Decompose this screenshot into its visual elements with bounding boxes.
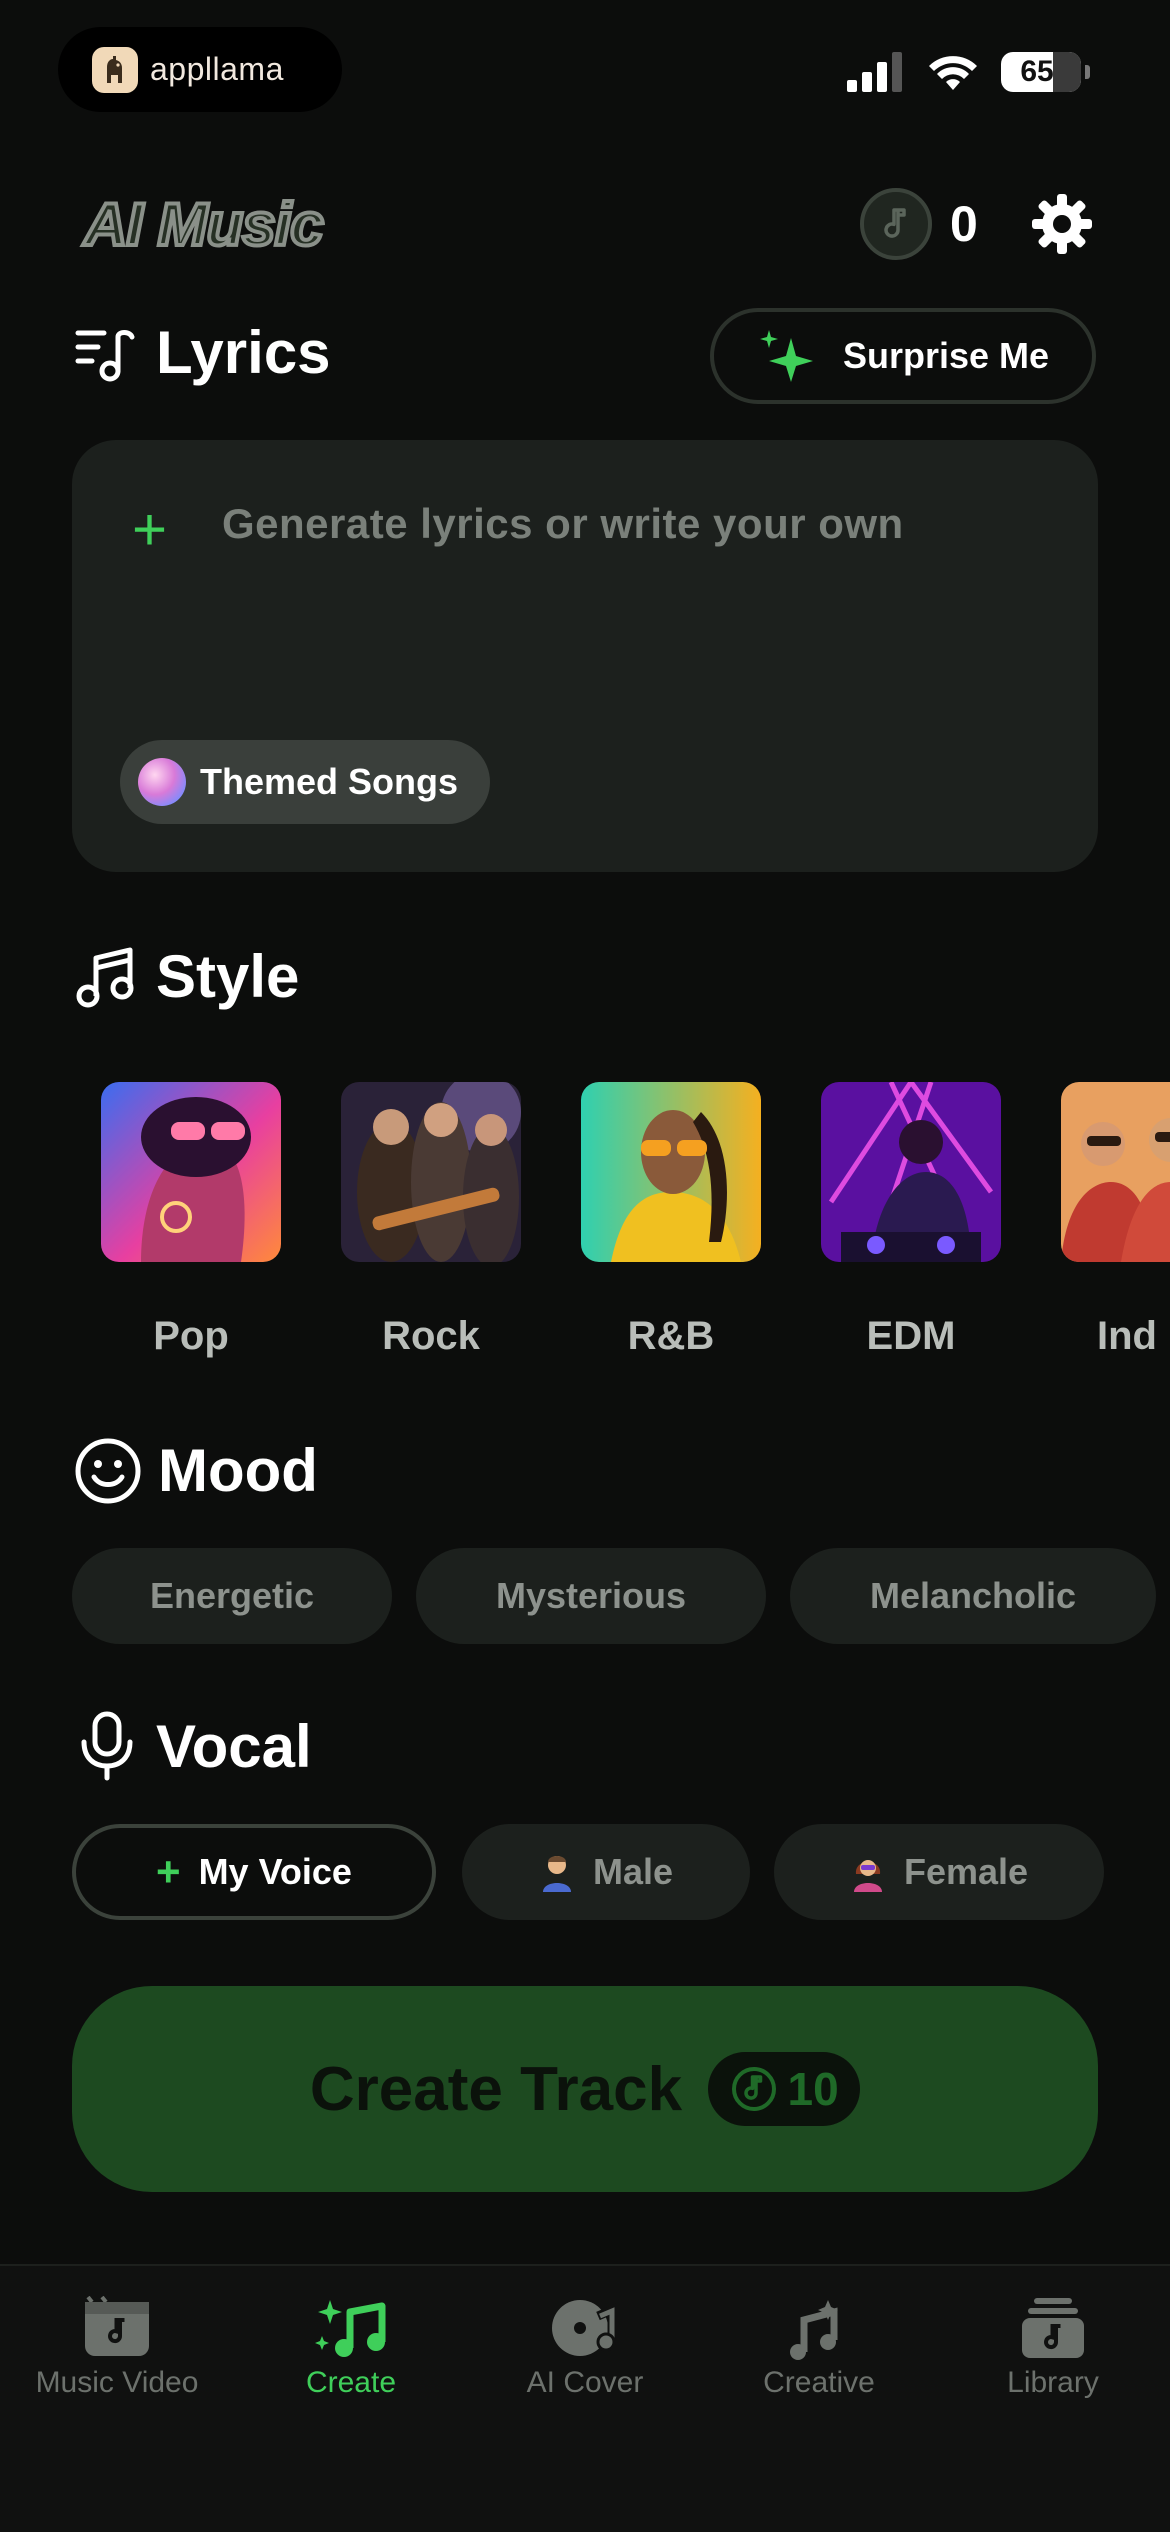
vocal-section-title: Vocal (74, 1710, 312, 1782)
female-label: Female (903, 1851, 1029, 1892)
style-tile-rnb[interactable] (581, 1082, 761, 1262)
mood-chip-mysterious[interactable]: Mysterious (416, 1548, 766, 1644)
my-voice-label: My Voice (198, 1851, 352, 1892)
credit-cost-value: 10 (787, 2063, 839, 2115)
wifi-icon (929, 56, 977, 90)
creative-icon (790, 2300, 838, 2360)
battery-indicator: 65 (1001, 52, 1081, 92)
library-icon (1022, 2298, 1084, 2358)
credit-cost-badge: 10 (708, 2052, 861, 2126)
nav-item-music-video[interactable]: Music Video (0, 2296, 234, 2400)
credit-count: 0 (950, 196, 978, 252)
surprise-me-label: Surprise Me (842, 335, 1050, 376)
music-video-icon (85, 2296, 149, 2356)
appllama-logo-icon (92, 46, 138, 93)
settings-button[interactable] (1030, 192, 1094, 256)
nav-item-create[interactable]: Create (234, 2296, 468, 2400)
mood-chip-melancholic[interactable]: Melancholic (790, 1548, 1156, 1644)
battery-tip (1085, 65, 1090, 79)
edm-artwork-icon (821, 1082, 1001, 1262)
surprise-me-button[interactable]: Surprise Me (710, 308, 1096, 404)
microphone-icon (81, 1711, 133, 1781)
rnb-artwork-icon (581, 1082, 761, 1262)
status-app-name: appllama (150, 51, 284, 87)
nav-item-creative[interactable]: Creative (702, 2296, 936, 2400)
create-icon (315, 2300, 386, 2357)
nav-label-library: Library (1007, 2366, 1099, 2399)
style-tile-rock[interactable] (341, 1082, 521, 1262)
style-label-rnb: R&B (627, 1314, 715, 1358)
style-tile-pop[interactable] (101, 1082, 281, 1262)
nav-label-create: Create (305, 2366, 397, 2399)
plus-icon: + (156, 1848, 181, 1895)
themed-orb-icon (138, 758, 186, 806)
indie-artwork-icon (1061, 1082, 1170, 1262)
style-title: Style (156, 943, 300, 1010)
nav-item-library[interactable]: Library (936, 2296, 1170, 2400)
status-indicators: 65 (847, 52, 1090, 92)
sparkle-icon (759, 330, 813, 382)
nav-item-ai-cover[interactable]: AI Cover (468, 2296, 702, 2400)
nav-label-music-video: Music Video (35, 2366, 199, 2399)
credit-note-icon (860, 188, 932, 260)
style-label-pop: Pop (153, 1314, 229, 1358)
male-singer-icon (542, 1856, 571, 1892)
male-label: Male (592, 1851, 674, 1892)
lyrics-icon (75, 329, 135, 381)
credit-note-icon (731, 2067, 776, 2111)
ai-cover-icon (552, 2300, 617, 2356)
music-note-icon (76, 947, 134, 1007)
lyrics-placeholder: Generate lyrics or write your own (222, 500, 904, 547)
lyrics-section-title: Lyrics (74, 318, 331, 387)
rock-artwork-icon (341, 1082, 521, 1262)
create-track-button[interactable]: Create Track 10 (72, 1986, 1098, 2192)
gear-icon (1032, 194, 1092, 254)
plus-icon: + (132, 496, 168, 563)
create-track-label: Create Track (309, 2054, 683, 2124)
status-app-pill: appllama (58, 27, 342, 112)
style-label-indie: Ind (1097, 1314, 1157, 1358)
mood-title: Mood (158, 1437, 318, 1504)
bottom-nav: Music Video Create AI Cover Creative Lib… (0, 2264, 1170, 2532)
pop-artwork-icon (101, 1082, 281, 1262)
style-label-edm: EDM (866, 1314, 956, 1358)
themed-songs-label: Themed Songs (200, 761, 459, 802)
mood-chip-energetic[interactable]: Energetic (72, 1548, 392, 1644)
style-section-title: Style (74, 942, 299, 1011)
lyrics-title: Lyrics (156, 319, 331, 386)
style-tile-indie[interactable] (1061, 1082, 1170, 1262)
lyrics-input-card[interactable]: + Generate lyrics or write your own Them… (72, 440, 1098, 872)
vocal-chip-female[interactable]: Female (774, 1824, 1104, 1920)
nav-label-creative: Creative (763, 2366, 875, 2399)
female-singer-icon (853, 1860, 882, 1892)
vocal-chip-male[interactable]: Male (462, 1824, 750, 1920)
themed-songs-button[interactable]: Themed Songs (120, 740, 490, 824)
battery-level: 65 (1020, 55, 1054, 88)
mood-section-title: Mood (74, 1436, 318, 1505)
style-label-rock: Rock (382, 1314, 480, 1358)
signal-icon (847, 52, 902, 92)
nav-label-ai-cover: AI Cover (526, 2366, 644, 2399)
brand-title: AI Music (82, 189, 326, 260)
credit-balance[interactable]: 0 (860, 188, 978, 260)
style-tile-edm[interactable] (821, 1082, 1001, 1262)
vocal-title: Vocal (156, 1712, 312, 1780)
smiley-icon (75, 1438, 141, 1503)
my-voice-button[interactable]: + My Voice (72, 1824, 436, 1920)
